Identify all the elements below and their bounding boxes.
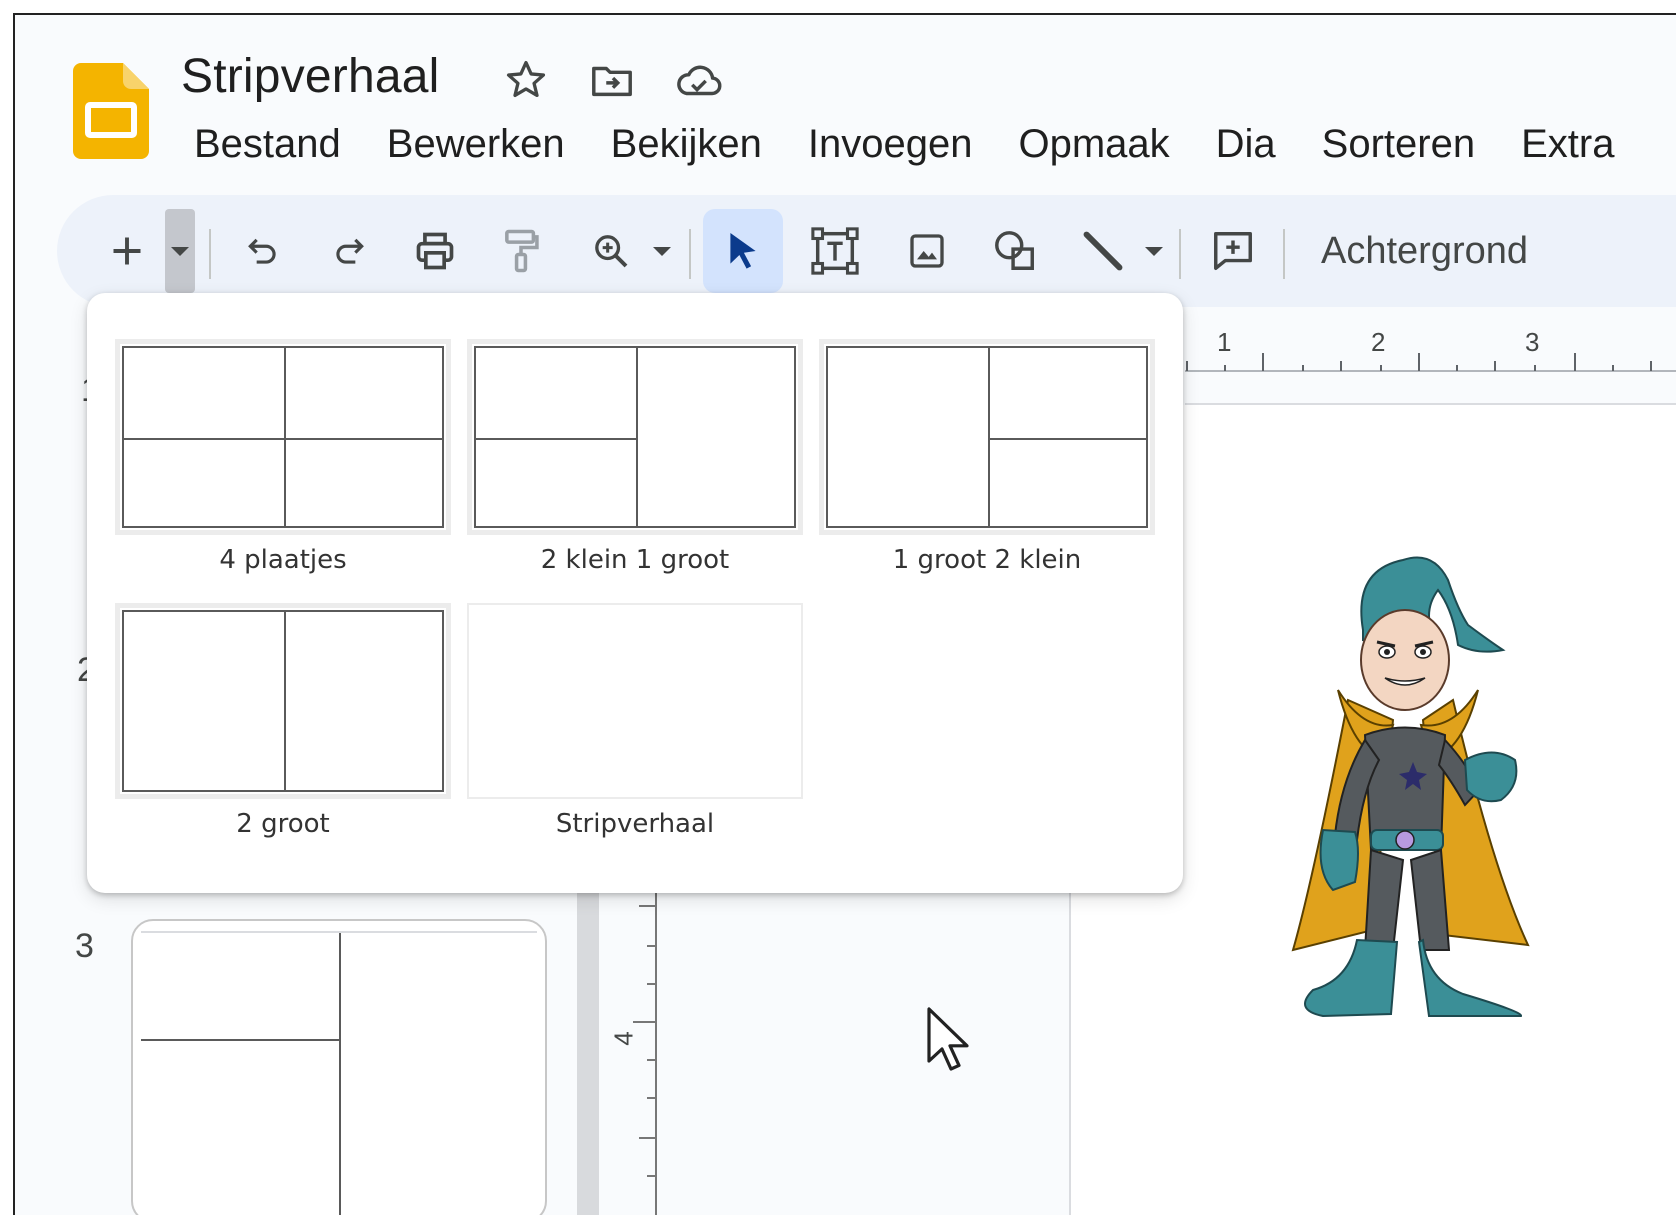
caret-down-icon [1145, 246, 1163, 256]
thumb-divider [141, 931, 537, 933]
redo-button[interactable] [319, 213, 379, 289]
move-to-folder-icon[interactable] [587, 55, 637, 105]
toolbar-divider [1283, 229, 1285, 279]
layout-option-2-groot[interactable]: 2 groot [115, 603, 451, 839]
layout-dropdown-panel: 4 plaatjes 2 klein 1 groot 1 groot 2 kle… [87, 293, 1183, 893]
preview-border [122, 610, 444, 792]
layout-dropdown-button[interactable] [165, 209, 195, 293]
ruler-tick [647, 945, 655, 947]
menu-invoegen[interactable]: Invoegen [785, 122, 996, 167]
paint-format-button[interactable] [491, 213, 551, 289]
preview-divider [122, 438, 444, 440]
preview-border [122, 346, 444, 528]
layout-label: 2 groot [236, 809, 330, 839]
background-button[interactable]: Achtergrond [1321, 213, 1528, 289]
slides-logo-icon[interactable] [73, 63, 149, 159]
ruler-tick [639, 905, 655, 907]
horizontal-ruler: 1 2 3 [1185, 307, 1676, 405]
slide-thumbnail[interactable] [131, 919, 547, 1215]
ruler-tick [647, 1059, 655, 1061]
layout-option-1-groot-2-klein[interactable]: 1 groot 2 klein [819, 339, 1155, 575]
layout-option-stripverhaal[interactable]: Stripverhaal [467, 603, 803, 839]
menu-sorteren[interactable]: Sorteren [1299, 122, 1498, 167]
preview-border [474, 346, 796, 528]
menu-extra[interactable]: Extra [1498, 122, 1637, 167]
ruler-tick [647, 1175, 655, 1177]
ruler-tick [633, 1021, 655, 1023]
layout-option-2-klein-1-groot[interactable]: 2 klein 1 groot [467, 339, 803, 575]
cloud-status-icon[interactable] [673, 55, 723, 105]
layout-preview [467, 339, 803, 535]
comment-button[interactable] [1193, 213, 1273, 289]
ruler-number: 4 [608, 1031, 639, 1046]
preview-divider [474, 438, 638, 440]
preview-divider [636, 346, 638, 528]
preview-divider [284, 610, 286, 792]
layout-option-4-plaatjes[interactable]: 4 plaatjes [115, 339, 451, 575]
menu-bewerken[interactable]: Bewerken [364, 122, 588, 167]
print-button[interactable] [405, 213, 465, 289]
thumb-divider [339, 931, 341, 1215]
line-dropdown-button[interactable] [1139, 213, 1169, 289]
app-window: Stripverhaal Bestand Bewerken Bekijken I… [13, 13, 1676, 1215]
caret-down-icon [171, 246, 189, 256]
preview-border [826, 346, 1148, 528]
document-title[interactable]: Stripverhaal [181, 49, 440, 104]
layout-preview [115, 603, 451, 799]
vertical-ruler: 4 [609, 885, 657, 1215]
new-slide-button[interactable] [97, 213, 157, 289]
layout-label: 4 plaatjes [219, 545, 347, 575]
ruler-ticks [1185, 353, 1676, 372]
menu-bekijken[interactable]: Bekijken [588, 122, 785, 167]
shape-button[interactable] [975, 213, 1055, 289]
ruler-number: 3 [1525, 327, 1540, 357]
preview-divider [988, 346, 990, 528]
menu-bestand[interactable]: Bestand [171, 122, 364, 167]
ruler-number: 1 [1217, 327, 1232, 357]
layout-preview [467, 603, 803, 799]
toolbar-divider [209, 229, 211, 279]
layout-label: 2 klein 1 groot [540, 545, 730, 575]
zoom-dropdown-button[interactable] [647, 213, 677, 289]
ruler-number: 2 [1371, 327, 1386, 357]
thumb-divider [141, 1039, 341, 1041]
menu-opmaak[interactable]: Opmaak [995, 122, 1192, 167]
image-button[interactable] [887, 213, 967, 289]
undo-button[interactable] [233, 213, 293, 289]
zoom-button[interactable] [581, 213, 641, 289]
caret-down-icon [653, 246, 671, 256]
superhero-illustration [1291, 556, 1530, 1018]
ruler-tick [639, 1137, 655, 1139]
star-icon[interactable] [501, 55, 551, 105]
toolbar-divider [1179, 229, 1181, 279]
menu-bar: Bestand Bewerken Bekijken Invoegen Opmaa… [171, 119, 1637, 169]
layout-label: Stripverhaal [555, 809, 715, 839]
menu-dia[interactable]: Dia [1193, 122, 1299, 167]
toolbar-divider [689, 229, 691, 279]
preview-divider [988, 438, 1148, 440]
preview-divider [284, 346, 286, 528]
filmstrip-scrollbar[interactable] [577, 885, 599, 1215]
layout-label: 1 groot 2 klein [892, 545, 1082, 575]
slide-number: 3 [75, 927, 94, 965]
text-box-button[interactable] [795, 213, 875, 289]
ruler-tick [647, 1097, 655, 1099]
layout-preview [819, 339, 1155, 535]
line-button[interactable] [1063, 213, 1143, 289]
layout-preview [115, 339, 451, 535]
mouse-cursor-icon [927, 1007, 969, 1071]
toolbar: Achtergrond [57, 195, 1676, 307]
ruler-tick [647, 983, 655, 985]
select-tool-button[interactable] [703, 209, 783, 293]
